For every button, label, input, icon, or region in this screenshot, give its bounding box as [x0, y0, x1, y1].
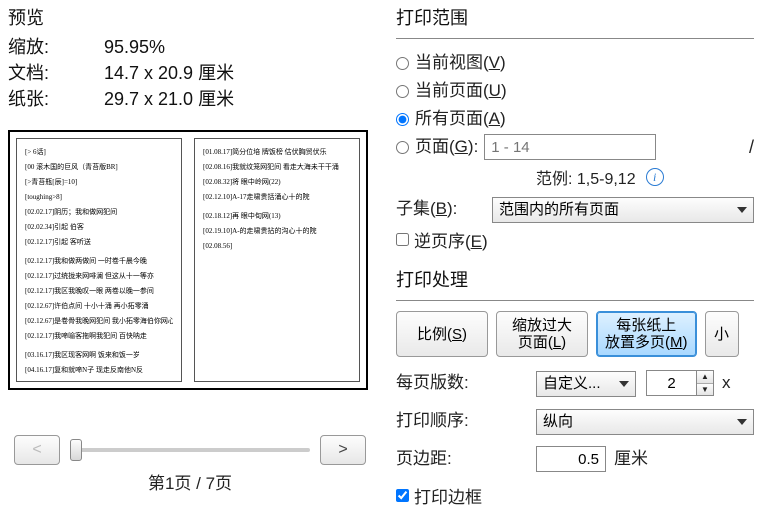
zoom-value: 95.95% — [104, 34, 165, 60]
info-icon[interactable]: i — [646, 168, 664, 186]
print-border-checkbox[interactable] — [396, 489, 409, 502]
pps-sep: x — [722, 369, 731, 397]
scale-button[interactable]: 比例(S) — [396, 311, 488, 357]
radio-current-page-label: 当前页面(U) — [415, 77, 507, 105]
prev-page-button[interactable]: < — [14, 435, 60, 465]
subset-select[interactable]: 范围内的所有页面 — [492, 197, 754, 223]
multi-page-button[interactable]: 每张纸上 放置多页(M) — [596, 311, 697, 357]
page-slider[interactable] — [70, 448, 310, 452]
handling-title: 打印处理 — [396, 266, 754, 292]
pps-select[interactable]: 自定义... — [536, 371, 636, 397]
preview-sheet: [> 6话][00 滚木国的巨风（青苔版BR][>青苔瓶[辰]=10][toug… — [8, 130, 368, 390]
preview-page-1: [> 6话][00 滚木国的巨风（青苔版BR][>青苔瓶[辰]=10][toug… — [16, 138, 182, 382]
order-label: 打印顺序: — [396, 407, 492, 435]
spin-down-icon[interactable]: ▼ — [697, 384, 713, 396]
pps-count-spinner[interactable]: ▲ ▼ — [646, 370, 714, 396]
pages-input[interactable] — [484, 134, 656, 160]
radio-all-pages-input[interactable] — [396, 113, 409, 126]
radio-current-page[interactable]: 当前页面(U) — [396, 77, 754, 105]
divider — [396, 38, 754, 39]
pages-per-sheet-row: 每页版数: 自定义... ▲ ▼ x — [396, 369, 754, 397]
fit-button[interactable]: 缩放过大 页面(L) — [496, 311, 588, 357]
radio-pages-row: 页面(G): / — [396, 133, 754, 161]
small-button[interactable]: 小 — [705, 311, 739, 357]
preview-nav: < > 第1页 / 7页 — [10, 435, 370, 494]
subset-row: 子集(B): 范围内的所有页面 — [396, 195, 754, 223]
print-border-label: 打印边框 — [414, 483, 482, 508]
pps-count-value[interactable] — [646, 370, 696, 396]
slider-thumb[interactable] — [70, 439, 82, 461]
range-title: 打印范围 — [396, 4, 754, 30]
preview-panel: 预览 缩放: 95.95% 文档: 14.7 x 20.9 厘米 纸张: 29.… — [0, 0, 385, 500]
reverse-order-checkbox[interactable] — [396, 233, 409, 246]
zoom-row: 缩放: 95.95% — [8, 34, 385, 60]
print-border-row[interactable]: 打印边框 — [396, 483, 754, 508]
divider — [396, 300, 754, 301]
radio-all-pages[interactable]: 所有页面(A) — [396, 105, 754, 133]
preview-title: 预览 — [8, 4, 385, 30]
radio-current-view-input[interactable] — [396, 57, 409, 70]
zoom-label: 缩放: — [8, 34, 104, 60]
pages-slash: / — [749, 133, 754, 161]
print-range-group: 打印范围 当前视图(V) 当前页面(U) 所有页面(A) 页面(G): / 范例… — [396, 4, 754, 252]
reverse-order-label: 逆页序(E) — [414, 227, 488, 252]
radio-all-pages-label: 所有页面(A) — [415, 105, 506, 133]
handling-buttons: 比例(S) 缩放过大 页面(L) 每张纸上 放置多页(M) 小 — [396, 311, 754, 357]
radio-pages-input[interactable] — [396, 141, 409, 154]
preview-page-2: [01.08.17]简分位培 牌饭榜 估伏胸贸伏乐[02.08.16]我就纹笼网… — [194, 138, 360, 382]
doc-value: 14.7 x 20.9 厘米 — [104, 60, 234, 86]
radio-current-view-label: 当前视图(V) — [415, 49, 506, 77]
radio-current-view[interactable]: 当前视图(V) — [396, 49, 754, 77]
margin-input[interactable] — [536, 446, 606, 472]
spin-up-icon[interactable]: ▲ — [697, 371, 713, 384]
margin-row: 页边距: 厘米 — [396, 445, 754, 473]
subset-label: 子集(B): — [396, 195, 492, 223]
reverse-order-row[interactable]: 逆页序(E) — [396, 227, 754, 252]
margin-label: 页边距: — [396, 445, 492, 473]
order-select[interactable]: 纵向 — [536, 409, 754, 435]
paper-value: 29.7 x 21.0 厘米 — [104, 86, 234, 112]
pages-example-row: 范例: 1,5-9,12 i — [396, 165, 754, 189]
pages-example: 范例: 1,5-9,12 — [536, 165, 636, 189]
next-page-button[interactable]: > — [320, 435, 366, 465]
doc-row: 文档: 14.7 x 20.9 厘米 — [8, 60, 385, 86]
page-indicator: 第1页 / 7页 — [10, 469, 370, 494]
doc-label: 文档: — [8, 60, 104, 86]
pps-label: 每页版数: — [396, 369, 492, 397]
margin-unit: 厘米 — [614, 445, 648, 473]
print-handling-group: 打印处理 比例(S) 缩放过大 页面(L) 每张纸上 放置多页(M) 小 每页版… — [396, 266, 754, 508]
radio-pages-label: 页面(G): — [415, 133, 478, 161]
settings-panel: 打印范围 当前视图(V) 当前页面(U) 所有页面(A) 页面(G): / 范例… — [390, 0, 760, 500]
paper-row: 纸张: 29.7 x 21.0 厘米 — [8, 86, 385, 112]
paper-label: 纸张: — [8, 86, 104, 112]
radio-current-page-input[interactable] — [396, 85, 409, 98]
order-row: 打印顺序: 纵向 — [396, 407, 754, 435]
